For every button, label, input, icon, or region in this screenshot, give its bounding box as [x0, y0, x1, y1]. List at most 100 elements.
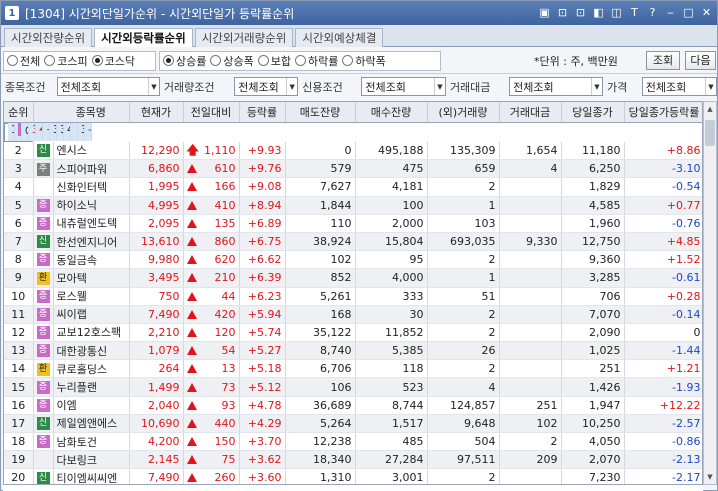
table-row[interactable]: 15 증 누리플랜 1,499 73 +5.12 106 523 4 1,426 -1.93 [4, 377, 702, 397]
table-row[interactable]: 10 증 로스웰 750 44 +6.23 5,261 333 51 706 +0.28 [4, 287, 702, 306]
stock-name-cell[interactable]: 제일엠앤에스 [53, 414, 130, 434]
filter-select-1[interactable]: 전체조회 ▼ [56, 77, 160, 96]
column-header[interactable]: 종목명 [53, 102, 130, 123]
stock-name-cell[interactable]: 하이소닉 [53, 196, 130, 215]
market-radio-3[interactable]: 코스닥 [91, 53, 135, 69]
table-row[interactable]: 11 증 씨이랩 7,490 420 +5.94 168 30 2 7,070 -0.14 [4, 305, 702, 324]
chevron-down-icon[interactable]: ▼ [147, 78, 159, 95]
chevron-down-icon[interactable]: ▼ [704, 78, 716, 95]
radio-dot[interactable] [342, 55, 354, 66]
stock-name-cell[interactable]: 씨이랩 [53, 305, 130, 324]
table-row[interactable]: 14 환 큐로홀딩스 264 13 +5.18 6,706 118 2 251 +1.21 [4, 359, 702, 379]
column-header[interactable]: 당일종가등락률 [624, 102, 702, 123]
market-radio-1[interactable]: 전체 [7, 53, 40, 69]
chevron-down-icon[interactable]: ▼ [590, 78, 602, 95]
stock-name-cell[interactable]: 로스웰 [53, 287, 130, 306]
table-row[interactable]: 19 다보링크 2,145 75 +3.62 18,340 27,284 97,511 209 2… [4, 450, 702, 470]
change-radio-2[interactable]: 상승폭 [210, 53, 254, 69]
table-row[interactable]: 18 증 남화토건 4,200 150 +3.70 12,238 485 504 2 4,050 -0… [4, 432, 702, 452]
stock-name-cell[interactable]: 이엠 [53, 396, 130, 415]
stock-name-cell[interactable]: 다보링크 [53, 450, 130, 470]
help-icon[interactable]: ? [644, 4, 661, 21]
stock-name-cell[interactable]: 에프엔씨엔터 [22, 122, 29, 142]
scroll-down-icon[interactable]: ▼ [704, 470, 716, 484]
layout-icon[interactable]: ◧ [590, 4, 607, 21]
table-row[interactable]: 17 신 제일엠앤에스 10,690 440 +4.29 5,264 1,517 9,648 10… [4, 414, 702, 434]
table-row[interactable]: 1증에프엔씨엔터3,475🡅315+9.973983014 3,160-1.56 [4, 122, 92, 142]
stock-name-cell[interactable]: 동일금속 [53, 250, 130, 270]
table-row[interactable]: 16 증 이엠 2,040 93 +4.78 36,689 8,744 124,857 251 1,… [4, 396, 702, 415]
change-radio-5[interactable]: 하락폭 [342, 53, 386, 69]
filter-select-4[interactable]: 전체조회 ▼ [509, 77, 603, 96]
stock-name-cell[interactable]: 내츄럴엔도텍 [53, 214, 130, 233]
maximize-icon[interactable]: □ [680, 4, 697, 21]
stock-name-cell[interactable]: 티이엠씨씨엔 [53, 468, 130, 484]
market-radio-2[interactable]: 코스피 [44, 53, 88, 69]
filter-select-5[interactable]: 전체조회 ▼ [641, 77, 717, 96]
radio-dot[interactable] [295, 55, 306, 66]
stock-name-cell[interactable]: 엔시스 [53, 141, 130, 161]
column-header[interactable]: 매수잔량 [355, 102, 428, 123]
table-row[interactable]: 13 증 대한광통신 1,079 54 +5.27 8,740 5,385 26 1,025 -1.… [4, 341, 702, 361]
stock-name-cell[interactable]: 큐로홀딩스 [53, 359, 130, 379]
menu-icon[interactable]: ⊡ [554, 4, 571, 21]
scroll-up-icon[interactable]: ▲ [704, 102, 716, 116]
column-header[interactable]: 당일종가 [561, 102, 625, 123]
stock-name-cell[interactable]: 모아텍 [53, 268, 130, 288]
change-radio-4[interactable]: 하락률 [295, 53, 338, 69]
column-header[interactable] [33, 102, 53, 123]
tab-2[interactable]: 시간외등락률순위 [94, 28, 193, 47]
column-header[interactable]: 매도잔량 [285, 102, 356, 123]
table-row[interactable]: 2 신 엔시스 12,290 🡅 1,110 +9.93 0 495,188 135,309 1,6… [4, 141, 702, 161]
chevron-down-icon[interactable]: ▼ [433, 78, 445, 95]
table-row[interactable]: 7 신 한선엔지니어 13,610 860 +6.75 38,924 15,804 693,03… [4, 232, 702, 252]
stock-name-cell[interactable]: 누리플랜 [53, 377, 130, 397]
table-row[interactable]: 4 신화인터텍 1,995 166 +9.08 7,627 4,181 2 1,829 -0.54 [4, 177, 702, 197]
filter-select-2[interactable]: 전체조회 ▼ [234, 77, 299, 96]
scroll-thumb[interactable] [705, 120, 715, 146]
link-icon[interactable]: ⊡ [572, 4, 589, 21]
stock-name-cell[interactable]: 대한광통신 [53, 341, 130, 361]
ranking-table[interactable]: 순위 종목명 현재가 전일대비 등락률 매도잔량 매수잔량 (외)거래량 거래대금 당일종가 당일종… [3, 101, 703, 485]
table-row[interactable]: 6 증 내츄럴엔도텍 2,095 135 +6.89 110 2,000 103 1,960 -0.… [4, 214, 702, 233]
column-header[interactable]: 거래대금 [499, 102, 562, 123]
screen-icon[interactable]: ▣ [536, 4, 553, 21]
minimize-icon[interactable]: ‒ [662, 4, 679, 21]
table-row[interactable]: 3 주 스피어파워 6,860 610 +9.76 579 475 659 4 6,250 -3.10 [4, 159, 702, 179]
stock-name-cell[interactable]: 남화토건 [53, 432, 130, 452]
column-header[interactable]: 전일대비 [183, 102, 240, 123]
table-row[interactable]: 9 환 모아텍 3,495 210 +6.39 852 4,000 1 3,285 -0.61 [4, 268, 702, 288]
tab-3[interactable]: 시간외거래량순위 [194, 28, 294, 47]
chevron-down-icon[interactable]: ▼ [286, 78, 297, 95]
radio-dot[interactable] [257, 55, 269, 66]
change-radio-1[interactable]: 상승률 [163, 53, 206, 69]
filter-select-3[interactable]: 전체조회 ▼ [361, 77, 446, 96]
radio-dot[interactable] [210, 55, 222, 66]
stock-name-cell[interactable]: 한선엔지니어 [53, 232, 130, 252]
stock-name-cell[interactable]: 신화인터텍 [53, 177, 130, 197]
change-radio-3[interactable]: 보합 [257, 53, 291, 69]
table-row[interactable]: 12 증 교보12호스팩 2,210 120 +5.74 35,122 11,852 2 2,09… [4, 323, 702, 343]
stock-name-cell[interactable]: 교보12호스팩 [53, 323, 130, 343]
close-icon[interactable]: ✕ [698, 4, 715, 21]
radio-dot[interactable] [91, 55, 103, 66]
tab-4[interactable]: 시간외예상체결 [295, 28, 384, 47]
radio-dot[interactable] [7, 55, 18, 66]
column-header[interactable]: 등락률 [239, 102, 286, 123]
font-icon[interactable]: T [626, 4, 643, 21]
column-header[interactable]: 순위 [4, 102, 34, 123]
stock-name-cell[interactable]: 스피어파워 [53, 159, 130, 179]
query-button[interactable]: 조회 [646, 51, 680, 70]
table-row[interactable]: 20 신 티이엠씨씨엔 7,490 260 +3.60 1,310 3,001 2 7,230 -2… [4, 468, 702, 484]
tab-1[interactable]: 시간외잔량순위 [4, 28, 93, 47]
table-row[interactable]: 8 증 동일금속 9,980 620 +6.62 102 95 2 9,360 +1.52 [4, 250, 702, 270]
vertical-scrollbar[interactable]: ▲ ▼ [703, 101, 717, 485]
column-header[interactable]: (외)거래량 [427, 102, 500, 123]
radio-dot[interactable] [163, 55, 174, 66]
radio-dot[interactable] [44, 55, 56, 66]
panel-icon[interactable]: ◫ [608, 4, 625, 21]
next-button[interactable]: 다음 [685, 51, 716, 70]
column-header[interactable]: 현재가 [129, 102, 184, 123]
title-bar[interactable]: 1 [1304] 시간외단일가순위 - 시간외단일가 등락률순위 ▣ ⊡ ⊡ ◧ ◫ T?… [1, 1, 717, 25]
table-row[interactable]: 5 증 하이소닉 4,995 410 +8.94 1,844 100 1 4,585 +0.77 [4, 196, 702, 215]
